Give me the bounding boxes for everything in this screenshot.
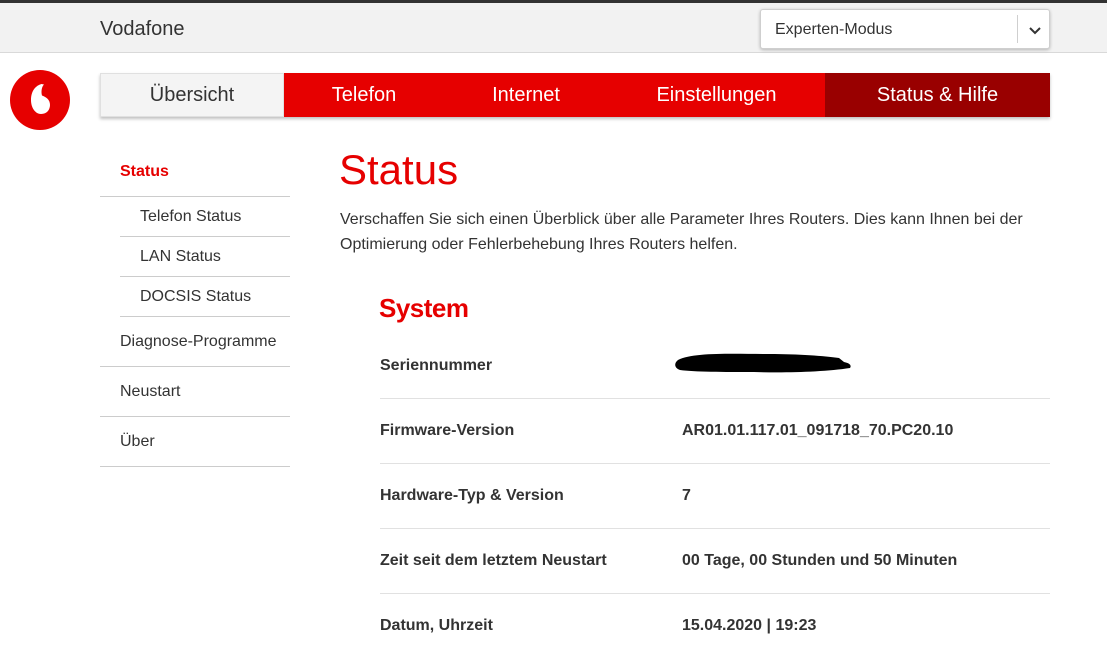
table-row: Zeit seit dem letztem Neustart 00 Tage, … [380, 529, 1050, 594]
sidebar-item-docsis-status[interactable]: DOCSIS Status [120, 277, 290, 317]
row-label: Zeit seit dem letztem Neustart [380, 552, 607, 569]
system-info-table: Seriennummer Firmware-Version AR01.01.11… [380, 334, 1050, 659]
sidebar-item-ueber[interactable]: Über [100, 417, 290, 467]
row-value: AR01.01.117.01_091718_70.PC20.10 [682, 422, 954, 439]
row-value: 15.04.2020 | 19:23 [682, 617, 817, 634]
mode-select-divider [1017, 15, 1018, 43]
row-label: Datum, Uhrzeit [380, 617, 493, 634]
section-title-system: System [379, 293, 469, 323]
sidebar-item-telefon-status[interactable]: Telefon Status [120, 197, 290, 237]
sidebar: Status Telefon Status LAN Status DOCSIS … [100, 147, 290, 467]
nav-tab-overview[interactable]: Übersicht [100, 73, 284, 117]
nav-tab-telefon[interactable]: Telefon [284, 73, 444, 117]
table-row: Seriennummer [380, 334, 1050, 399]
top-header: Vodafone Experten-Modus [0, 3, 1107, 53]
table-row: Firmware-Version AR01.01.117.01_091718_7… [380, 399, 1050, 464]
page-intro: Verschaffen Sie sich einen Überblick übe… [340, 211, 1023, 253]
row-value: 7 [682, 487, 691, 504]
sidebar-item-diagnose-programme[interactable]: Diagnose-Programme [100, 317, 290, 367]
mode-select-value: Experten-Modus [775, 21, 893, 38]
nav-tab-internet[interactable]: Internet [444, 73, 608, 117]
row-value: 00 Tage, 00 Stunden und 50 Minuten [682, 552, 958, 569]
row-label: Hardware-Typ & Version [380, 487, 564, 504]
nav-tab-status-hilfe[interactable]: Status & Hilfe [825, 73, 1050, 117]
sidebar-item-neustart[interactable]: Neustart [100, 367, 290, 417]
redaction-mark [675, 353, 851, 373]
row-label: Seriennummer [380, 357, 493, 374]
table-row: Datum, Uhrzeit 15.04.2020 | 19:23 [380, 594, 1050, 659]
sidebar-item-status[interactable]: Status [100, 147, 290, 197]
sidebar-item-lan-status[interactable]: LAN Status [120, 237, 290, 277]
nav-tab-einstellungen[interactable]: Einstellungen [608, 73, 825, 117]
mode-select[interactable]: Experten-Modus [760, 9, 1050, 49]
brand-name: Vodafone [100, 18, 185, 40]
page-title: Status [339, 146, 459, 193]
chevron-down-icon[interactable] [1027, 22, 1043, 38]
table-row: Hardware-Typ & Version 7 [380, 464, 1050, 529]
main-navigation: Übersicht Telefon Internet Einstellungen… [100, 73, 1050, 117]
vodafone-logo-icon[interactable] [10, 70, 70, 130]
row-label: Firmware-Version [380, 422, 515, 439]
